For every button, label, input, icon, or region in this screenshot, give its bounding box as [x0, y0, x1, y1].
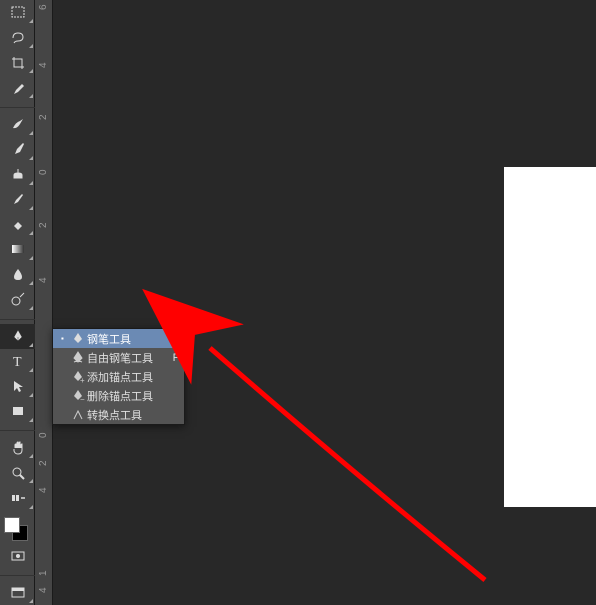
- convert-point-icon: [69, 408, 87, 422]
- flyout-indicator-icon: [29, 454, 33, 458]
- brush-tool[interactable]: [0, 137, 35, 162]
- ruler-mark: 2: [38, 222, 49, 228]
- ruler-mark: 1: [38, 570, 49, 576]
- flyout-indicator-icon: [29, 368, 33, 372]
- separator: [0, 568, 35, 576]
- ruler-mark: 2: [38, 460, 49, 466]
- canvas-area: [53, 0, 596, 605]
- pen-tool[interactable]: [0, 324, 35, 349]
- flyout-indicator-icon: [29, 393, 33, 397]
- blur-tool[interactable]: [0, 262, 35, 287]
- ruler-mark: 4: [38, 487, 49, 493]
- flyout-label: 添加锚点工具: [87, 369, 168, 385]
- flyout-indicator-icon: [29, 256, 33, 260]
- svg-text:T: T: [13, 355, 22, 369]
- ruler-mark: 6: [38, 4, 49, 10]
- pen-tool-flyout: ▪ 钢笔工具 P 自由钢笔工具 P + 添加锚点工具 − 删除锚点工具 转换点工…: [52, 328, 185, 425]
- flyout-shortcut: P: [168, 352, 180, 364]
- separator: [0, 100, 35, 108]
- pen-icon: [69, 332, 87, 346]
- flyout-shortcut: P: [168, 333, 180, 345]
- flyout-indicator-icon: [29, 206, 33, 210]
- zoom-tool[interactable]: [0, 460, 35, 485]
- flyout-label: 自由钢笔工具: [87, 350, 168, 366]
- edit-toolbar[interactable]: [0, 485, 35, 510]
- hand-tool[interactable]: [0, 435, 35, 460]
- flyout-indicator-icon: [29, 44, 33, 48]
- svg-text:+: +: [80, 376, 85, 384]
- healing-brush-tool[interactable]: [0, 112, 35, 137]
- ruler-mark: 4: [38, 62, 49, 68]
- foreground-color-swatch[interactable]: [4, 517, 20, 533]
- eraser-tool[interactable]: [0, 212, 35, 237]
- gradient-tool[interactable]: [0, 237, 35, 262]
- flyout-indicator-icon: [29, 181, 33, 185]
- flyout-item-pen[interactable]: ▪ 钢笔工具 P: [53, 329, 184, 348]
- flyout-label: 转换点工具: [87, 407, 168, 423]
- screen-mode-tool[interactable]: [0, 580, 35, 605]
- flyout-indicator-icon: [29, 505, 33, 509]
- flyout-indicator-icon: [29, 131, 33, 135]
- flyout-item-add-anchor[interactable]: + 添加锚点工具: [53, 367, 184, 386]
- delete-anchor-icon: −: [69, 389, 87, 403]
- color-swatches[interactable]: [0, 515, 34, 544]
- separator: [0, 312, 35, 320]
- clone-stamp-tool[interactable]: [0, 162, 35, 187]
- flyout-indicator-icon: [29, 599, 33, 603]
- eyedropper-tool[interactable]: [0, 75, 35, 100]
- flyout-item-convert-point[interactable]: 转换点工具: [53, 405, 184, 424]
- flyout-indicator-icon: [29, 418, 33, 422]
- rectangular-marquee-tool[interactable]: [0, 0, 35, 25]
- quick-mask-tool[interactable]: [0, 543, 35, 568]
- separator: [0, 424, 35, 432]
- type-tool[interactable]: T: [0, 349, 35, 374]
- dodge-tool[interactable]: [0, 287, 35, 312]
- lasso-tool[interactable]: [0, 25, 35, 50]
- flyout-indicator-icon: [29, 306, 33, 310]
- flyout-indicator-icon: [29, 69, 33, 73]
- flyout-indicator-icon: [29, 281, 33, 285]
- flyout-indicator-icon: [29, 19, 33, 23]
- svg-text:−: −: [80, 395, 85, 403]
- add-anchor-icon: +: [69, 370, 87, 384]
- ruler-mark: 4: [38, 587, 49, 593]
- tools-panel: T: [0, 0, 35, 605]
- rectangle-tool[interactable]: [0, 399, 35, 424]
- path-selection-tool[interactable]: [0, 374, 35, 399]
- document-canvas[interactable]: [504, 167, 596, 507]
- flyout-label: 钢笔工具: [87, 331, 168, 347]
- free-pen-icon: [69, 351, 87, 365]
- selected-bullet-icon: ▪: [61, 334, 69, 343]
- ruler-mark: 4: [38, 277, 49, 283]
- flyout-item-delete-anchor[interactable]: − 删除锚点工具: [53, 386, 184, 405]
- flyout-indicator-icon: [29, 231, 33, 235]
- flyout-indicator-icon: [29, 94, 33, 98]
- flyout-indicator-icon: [29, 343, 33, 347]
- history-brush-tool[interactable]: [0, 187, 35, 212]
- flyout-label: 删除锚点工具: [87, 388, 168, 404]
- flyout-indicator-icon: [29, 479, 33, 483]
- flyout-item-freeform-pen[interactable]: 自由钢笔工具 P: [53, 348, 184, 367]
- ruler-mark: 0: [38, 169, 49, 175]
- ruler-mark: 2: [38, 114, 49, 120]
- vertical-ruler: 6 4 2 0 2 4 0 2 4 1 4: [35, 0, 53, 605]
- flyout-indicator-icon: [29, 156, 33, 160]
- crop-tool[interactable]: [0, 50, 35, 75]
- ruler-mark: 0: [38, 432, 49, 438]
